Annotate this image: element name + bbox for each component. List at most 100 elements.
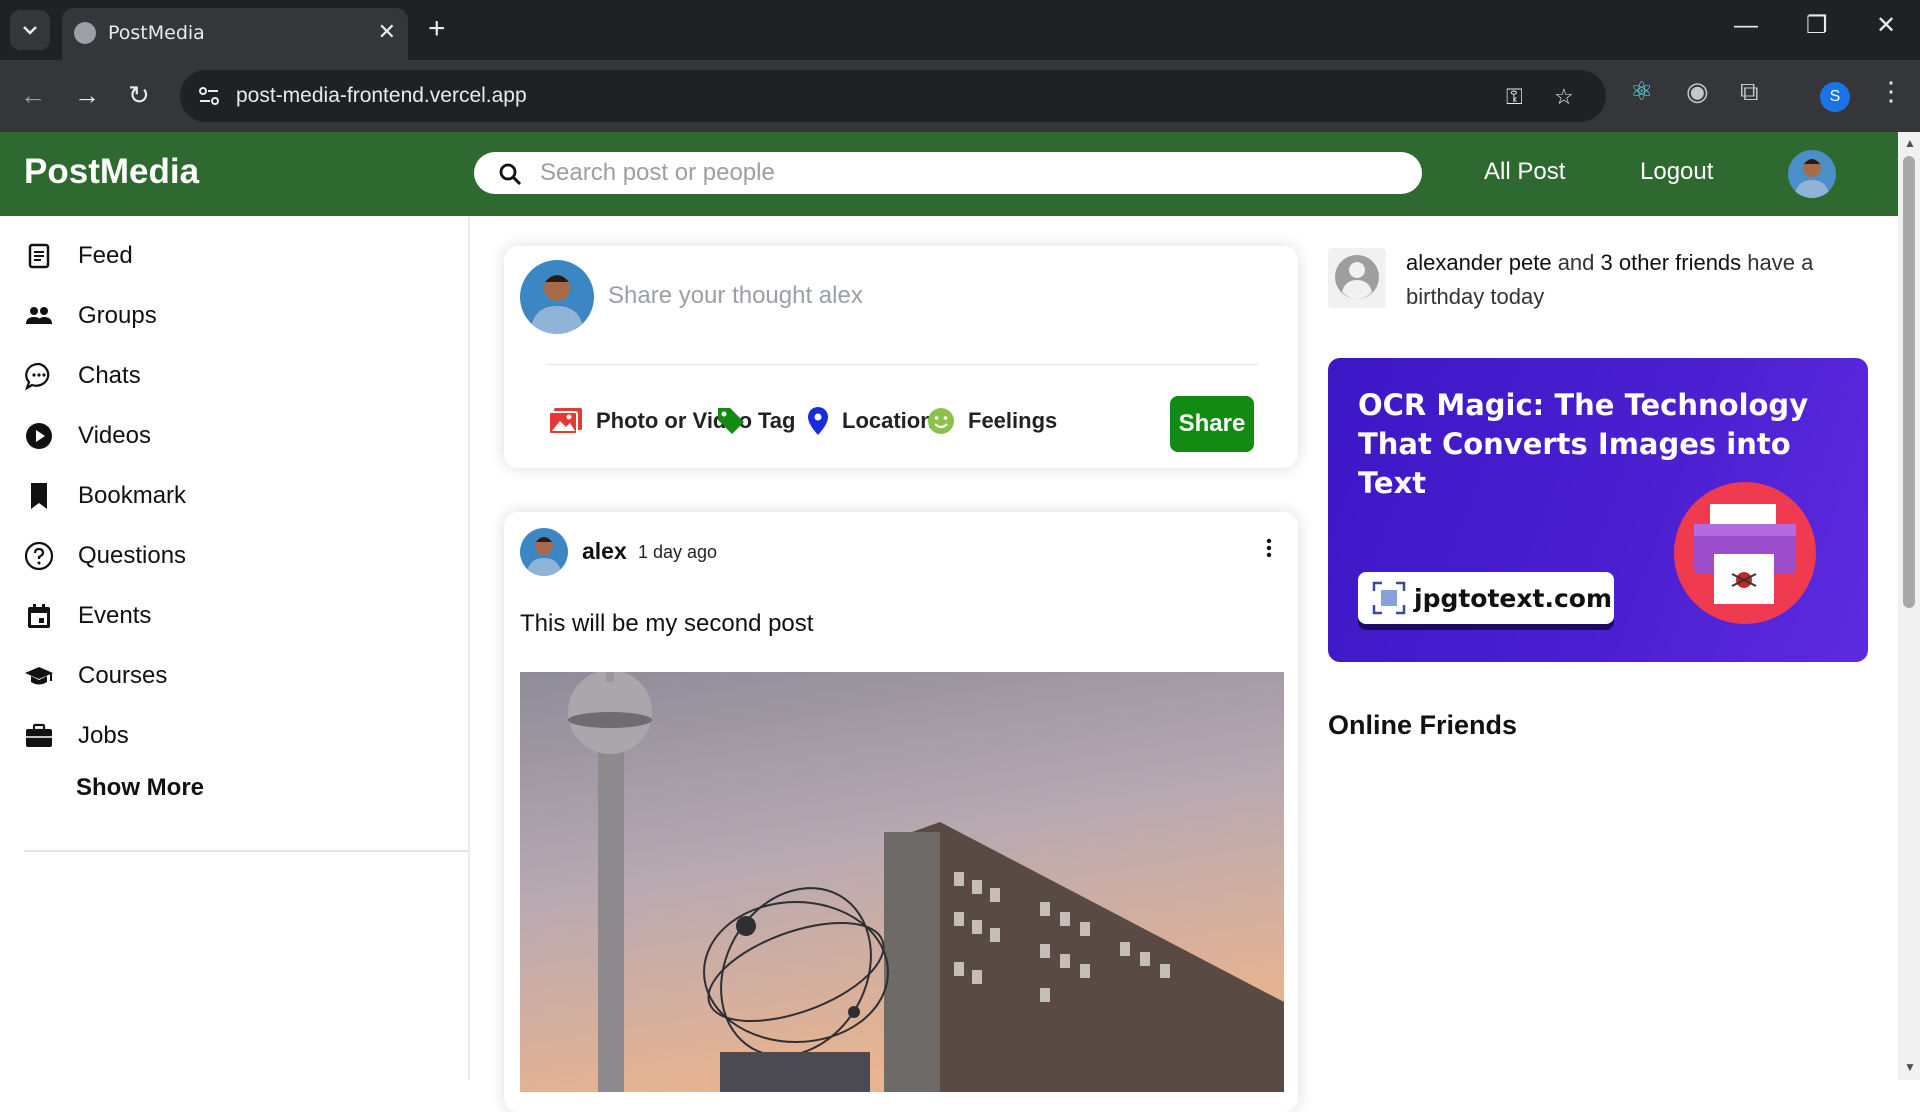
left-sidebar: Feed Groups Chats Videos Bookmark Questi… [0,216,470,1080]
sidebar-item-videos[interactable]: Videos [24,416,151,456]
minimize-icon[interactable]: — [1734,14,1758,38]
question-icon [24,541,54,571]
extension-record-icon[interactable]: ◉ [1686,78,1709,104]
sidebar-item-label: Jobs [78,722,129,749]
sidebar-item-courses[interactable]: Courses [24,656,167,696]
globe-icon [74,22,96,44]
page-scrollbar[interactable]: ▲ ▼ [1898,132,1920,1080]
sidebar-item-feed[interactable]: Feed [24,236,133,276]
post-text: This will be my second post [520,610,814,637]
birthday-joiner: and [1557,250,1595,275]
tab-search-dropdown[interactable] [10,10,50,50]
feed-icon [28,243,50,269]
sidebar-item-label: Videos [78,422,151,449]
logout-link[interactable]: Logout [1640,158,1713,186]
tab-title: PostMedia [108,22,205,44]
birthday-others[interactable]: 3 other friends [1601,250,1742,275]
sidebar-divider [24,850,468,852]
sidebar-item-label: Chats [78,362,141,389]
location-pin-icon [808,407,828,435]
photo-icon [548,408,582,435]
chat-icon [25,362,50,391]
sidebar-item-label: Feed [78,242,133,269]
tag-option[interactable]: Tag [716,406,795,436]
browser-toolbar: ← → ↻ post-media-frontend.vercel.app ⚿ ☆… [0,60,1920,132]
url-text: post-media-frontend.vercel.app [236,84,527,107]
feelings-label: Feelings [968,408,1058,433]
location-label: Location [842,408,934,433]
sidebar-item-events[interactable]: Events [24,596,151,636]
reload-icon[interactable]: ↻ [128,82,150,108]
search-bar[interactable] [474,152,1422,194]
smiley-icon [928,408,954,434]
printer-illustration [1674,482,1816,624]
scroll-up-icon[interactable]: ▲ [1904,136,1916,150]
sidebar-item-jobs[interactable]: Jobs [24,716,129,756]
site-settings-icon[interactable] [196,84,222,108]
post-author-name[interactable]: alex [582,538,627,565]
address-bar[interactable]: post-media-frontend.vercel.app ⚿ ☆ [180,70,1606,122]
post-author-avatar[interactable] [520,528,568,576]
extensions-puzzle-icon[interactable]: ⧉ [1740,78,1759,104]
new-tab-icon[interactable]: + [428,14,446,44]
share-thought-input[interactable]: Share your thought alex [608,282,863,310]
back-icon[interactable]: ← [20,82,46,108]
browser-menu-icon[interactable]: ⋮ [1878,78,1904,104]
share-divider [548,364,1258,365]
location-option[interactable]: Location [806,406,934,436]
birthday-user-avatar [1328,248,1386,308]
feelings-option[interactable]: Feelings [926,406,1057,436]
close-icon[interactable]: ✕ [378,20,396,44]
sidebar-item-label: Bookmark [78,482,187,509]
groups-icon [26,307,52,324]
browser-tab[interactable]: PostMedia ✕ [62,8,408,60]
sidebar-item-questions[interactable]: Questions [24,536,186,576]
restore-icon[interactable]: ❐ [1806,14,1828,38]
scroll-down-icon[interactable]: ▼ [1904,1060,1916,1074]
chevron-down-icon [23,26,37,35]
share-avatar [520,260,594,334]
react-devtools-icon[interactable]: ⚛ [1630,78,1653,104]
ad-banner[interactable]: OCR Magic: The Technology That Converts … [1328,358,1868,662]
post-timestamp: 1 day ago [638,542,718,562]
sidebar-item-bookmark[interactable]: Bookmark [24,476,186,516]
app-logo[interactable]: PostMedia [24,152,199,192]
sidebar-item-label: Events [78,602,152,629]
calendar-icon [28,604,50,628]
user-avatar[interactable] [1788,150,1836,198]
briefcase-icon [26,723,52,747]
post-card: alex 1 day ago This will be my second po… [504,512,1298,1112]
sidebar-item-label: Courses [78,662,168,689]
all-post-link[interactable]: All Post [1484,158,1565,186]
online-friends-title: Online Friends [1328,710,1518,740]
search-input[interactable] [540,156,1400,190]
bookmark-icon [31,483,47,509]
show-more-button[interactable]: Show More [76,774,204,802]
scrollbar-thumb[interactable] [1903,156,1915,608]
app-header: PostMedia All Post Logout [0,132,1898,216]
sidebar-item-chats[interactable]: Chats [24,356,141,396]
sidebar-item-label: Groups [78,302,157,329]
share-card: Share your thought alex Photo or Video T… [504,246,1298,468]
birthday-notice: alexander pete and 3 other friends have … [1406,246,1846,314]
tag-label: Tag [758,408,796,433]
password-key-icon[interactable]: ⚿ [1506,84,1523,110]
sidebar-item-groups[interactable]: Groups [24,296,157,336]
window-close-icon[interactable]: ✕ [1876,14,1896,38]
post-options-icon[interactable] [1266,538,1272,558]
graduation-cap-icon [25,667,53,685]
profile-avatar[interactable]: S [1820,82,1850,112]
ad-domain-badge: jpgtotext.com [1358,572,1614,624]
scan-icon [1372,581,1406,615]
tag-icon [718,408,744,434]
browser-tab-bar: PostMedia ✕ + — ❐ ✕ [0,0,1920,60]
post-image[interactable] [520,672,1284,1092]
play-icon [26,423,52,449]
share-button[interactable]: Share [1170,396,1254,452]
birthday-friend-name[interactable]: alexander pete [1406,250,1552,275]
search-icon [499,163,522,186]
bookmark-star-icon[interactable]: ☆ [1554,84,1574,110]
ad-domain: jpgtotext.com [1414,583,1613,613]
forward-icon[interactable]: → [74,82,100,108]
sidebar-item-label: Questions [78,542,187,569]
